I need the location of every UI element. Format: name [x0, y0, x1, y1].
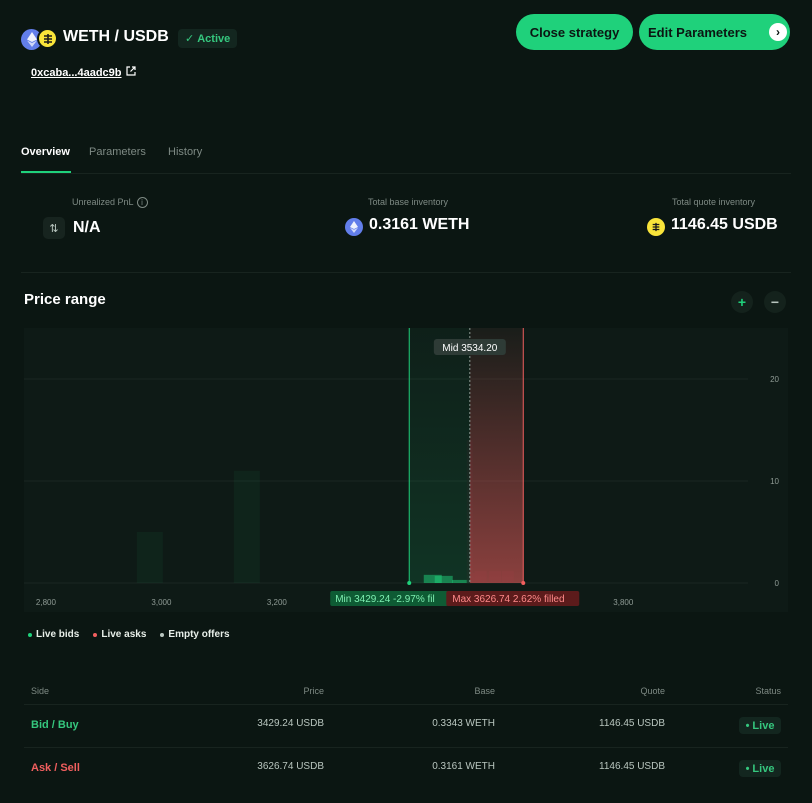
y-tick-label: 0	[775, 579, 780, 588]
min-marker	[407, 581, 412, 585]
max-price-label: Max 3626.74 2.62% filled	[452, 594, 564, 605]
chevron-right-icon: ›	[769, 23, 787, 41]
row-ask-side: Ask / Sell	[31, 762, 80, 774]
legend-label: Empty offers	[168, 629, 230, 640]
legend-live-bids: Live bids	[28, 629, 79, 640]
close-strategy-button[interactable]: Close strategy	[516, 14, 633, 50]
usdb-icon	[37, 28, 58, 49]
legend-live-asks: Live asks	[93, 629, 146, 640]
x-tick-label: 3,200	[267, 598, 288, 607]
edit-parameters-button[interactable]: Edit Parameters ›	[639, 14, 790, 50]
row-bid-base: 0.3343 WETH	[432, 718, 495, 729]
status-badge: • Live	[739, 717, 781, 734]
zoom-out-button[interactable]: −	[764, 291, 786, 313]
col-header-quote: Quote	[640, 686, 665, 696]
address-text: 0xcaba...4aadc9b	[31, 66, 122, 79]
x-tick-label: 2,800	[36, 598, 57, 607]
legend-empty-offers: Empty offers	[160, 629, 230, 640]
status-live: Live	[752, 762, 775, 775]
mid-price-label: Mid 3534.20	[442, 343, 497, 354]
tab-overview[interactable]: Overview	[21, 146, 70, 158]
ask-range-area	[469, 328, 524, 583]
status-label: Active	[197, 32, 231, 45]
status-badge: ✓ Active	[178, 29, 238, 48]
external-link-icon	[125, 66, 136, 79]
row-ask-price: 3626.74 USDB	[257, 761, 324, 772]
empty-dot-icon	[160, 632, 165, 637]
zoom-in-button[interactable]: +	[731, 291, 753, 313]
bid-range-area	[409, 328, 470, 583]
base-inventory-value: 0.3161 WETH	[369, 216, 470, 233]
pair-icons	[21, 28, 61, 50]
status-live: Live	[752, 719, 775, 732]
quote-inventory-label: Total quote inventory	[672, 197, 756, 207]
col-header-price: Price	[303, 686, 324, 696]
base-inventory-label: Total base inventory	[368, 197, 449, 207]
live-dot-icon: •	[745, 762, 750, 775]
ask-dot-icon	[93, 632, 98, 637]
bid-dot-icon	[28, 632, 32, 637]
legend-label: Live asks	[101, 629, 147, 640]
status-badge: • Live	[739, 760, 781, 777]
live-dot-icon: •	[745, 719, 750, 732]
section-divider	[21, 272, 791, 273]
check-icon: ✓	[185, 33, 195, 45]
tab-parameters[interactable]: Parameters	[89, 146, 146, 158]
pnl-value: N/A	[73, 219, 101, 236]
usdb-icon	[647, 218, 665, 236]
bid-bar	[136, 532, 163, 583]
col-header-side: Side	[31, 686, 50, 696]
col-header-status: Status	[755, 686, 781, 696]
row-bid-quote: 1146.45 USDB	[599, 718, 665, 729]
info-icon[interactable]: i	[136, 197, 148, 209]
quote-inventory-value: 1146.45 USDB	[671, 216, 778, 233]
active-tab-indicator	[21, 171, 71, 173]
swap-icon: ⇅	[43, 217, 65, 239]
col-header-base: Base	[474, 686, 495, 696]
pnl-label-row: Unrealized PnL i	[72, 197, 148, 209]
eth-icon	[345, 218, 363, 236]
legend-label: Live bids	[36, 629, 80, 640]
row-ask-quote: 1146.45 USDB	[599, 761, 665, 772]
row-bid-side: Bid / Buy	[31, 719, 79, 731]
strategy-address-link[interactable]: 0xcaba...4aadc9b	[31, 66, 136, 79]
tab-history[interactable]: History	[168, 146, 202, 158]
row-ask-base: 0.3161 WETH	[432, 761, 495, 772]
chart-legend: Live bids Live asks Empty offers	[28, 629, 230, 640]
pair-title: WETH / USDB	[63, 28, 169, 45]
y-tick-label: 20	[770, 375, 779, 384]
price-range-title: Price range	[24, 291, 106, 308]
x-tick-label: 3,000	[151, 598, 172, 607]
bid-bar	[233, 470, 260, 583]
max-marker	[521, 581, 526, 585]
y-tick-label: 10	[770, 477, 779, 486]
price-range-chart[interactable]: 0 10 20 2,800 3,000 3,200 3,800 Mid 3534.20 Min…	[24, 328, 788, 612]
min-price-label: Min 3429.24 -2.97% fil	[335, 594, 435, 605]
x-tick-label: 3,800	[613, 598, 634, 607]
pnl-label: Unrealized PnL	[72, 197, 134, 207]
row-divider	[24, 747, 788, 748]
edit-parameters-label: Edit Parameters	[648, 24, 747, 40]
tabs-divider	[21, 173, 791, 174]
row-bid-price: 3429.24 USDB	[257, 718, 324, 729]
row-divider	[24, 704, 788, 705]
